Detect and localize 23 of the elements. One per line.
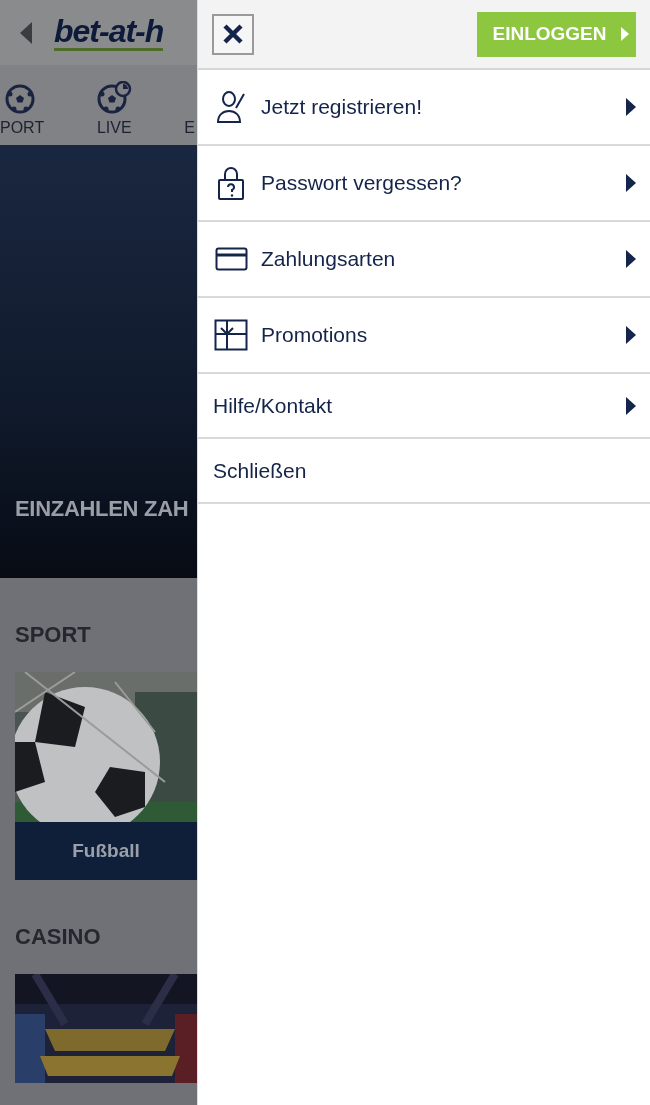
caret-icon xyxy=(620,27,629,41)
nav-tab[interactable]: LIVE xyxy=(96,119,132,137)
close-button[interactable] xyxy=(212,13,254,55)
section-title: CASINO xyxy=(14,923,102,951)
nav-tab[interactable]: PORT xyxy=(0,119,45,137)
banner-title: EINZAHLEN ZAH xyxy=(15,496,189,522)
menu-item[interactable]: Hilfe/Kontakt xyxy=(198,374,650,439)
menu-item[interactable]: Jetzt registrieren! xyxy=(198,70,650,146)
logo: bet-at-h xyxy=(54,14,164,51)
back-arrow-icon[interactable] xyxy=(20,21,32,44)
live-ball-icon xyxy=(96,81,133,115)
menu-item[interactable]: Promotions xyxy=(198,298,650,374)
credit-card-icon xyxy=(214,247,248,271)
padlock-question-icon xyxy=(216,165,246,201)
nav-tab[interactable]: E xyxy=(184,119,195,137)
close-icon xyxy=(222,23,244,45)
menu-item[interactable]: Zahlungsarten xyxy=(198,222,650,298)
card-caption-bar[interactable]: Fußball xyxy=(15,822,197,880)
menu-item[interactable]: Schließen xyxy=(198,439,650,504)
card-label: Fußball xyxy=(72,840,140,862)
gift-box-icon xyxy=(214,319,248,351)
section-title: SPORT xyxy=(14,621,92,649)
menu-item[interactable]: Passwort vergessen? xyxy=(198,146,650,222)
